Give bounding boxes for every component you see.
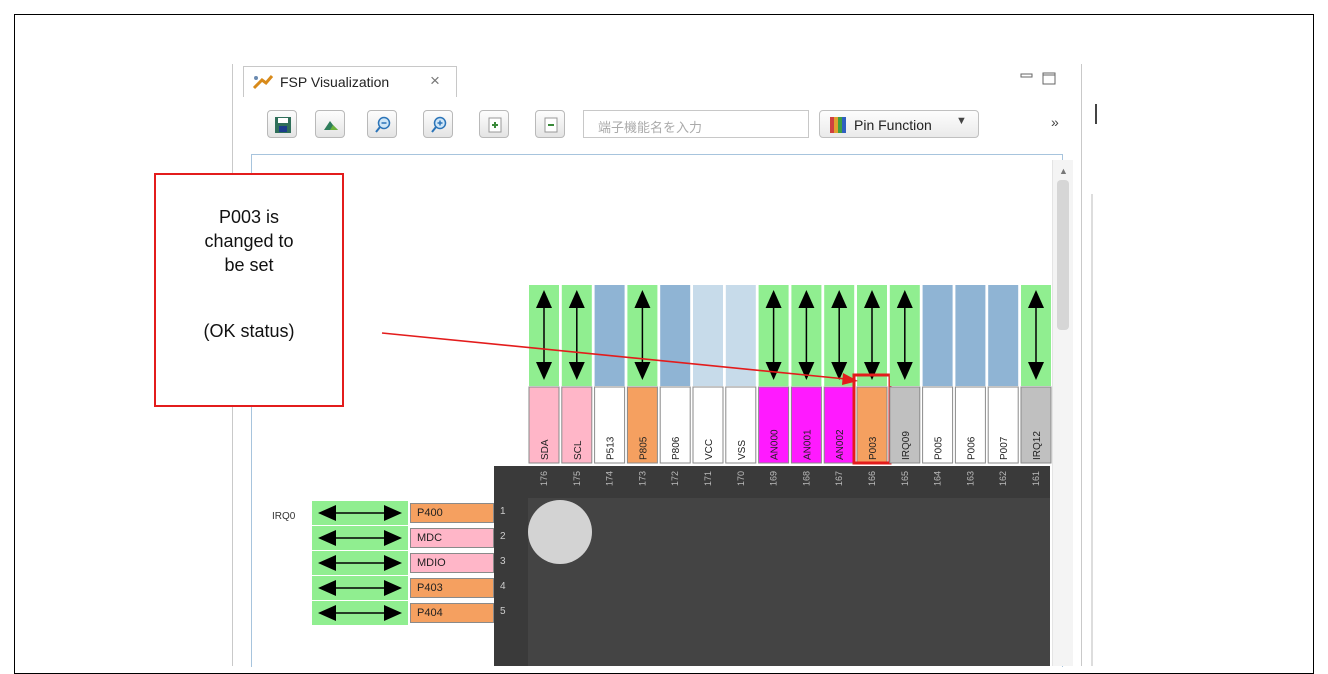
left-pin-number: 3 [500,556,506,567]
pin-direction-cell [988,285,1019,386]
left-pin-4[interactable]: P403 [410,578,494,598]
top-pin-172[interactable]: P806 172 [659,285,691,486]
top-pin-162[interactable]: P007 162 [987,285,1019,486]
left-pin-number: 4 [500,581,506,592]
left-pin-2[interactable]: MDC [410,528,494,548]
pin-number: 167 [834,471,844,486]
top-pin-169[interactable]: AN000 169 [758,285,790,486]
top-pin-174[interactable]: P513 174 [594,285,626,486]
top-pin-168[interactable]: AN001 168 [790,285,822,486]
pin-number: 175 [572,471,582,486]
left-pin-direction-3 [312,551,408,575]
pin-label: AN001 [802,429,813,460]
pin-number: 176 [539,471,549,486]
left-pin-3[interactable]: MDIO [410,553,494,573]
pin-label: P805 [638,436,649,460]
pin-number: 169 [769,471,779,486]
top-pin-167[interactable]: AN002 167 [823,285,855,486]
top-pin-171[interactable]: VCC 171 [692,285,724,486]
pin-label: P007 [999,436,1010,460]
pin-number: 165 [900,471,910,486]
callout-line-3: be set [224,255,274,275]
pin-number: 170 [736,471,746,486]
top-pin-175[interactable]: SCL 175 [561,285,593,486]
top-pin-164[interactable]: P005 164 [922,285,954,486]
top-pin-161[interactable]: IRQ12 161 [1020,285,1052,486]
top-pin-170[interactable]: VSS 170 [725,285,757,486]
pin-direction-cell [725,285,756,386]
left-pin-direction-2 [312,526,408,550]
pin-label: P513 [606,436,617,460]
left-pin-direction-4 [312,576,408,600]
pin-label: VSS [737,440,748,460]
pin-number: 168 [801,471,811,486]
top-pin-176[interactable]: SDA 176 [528,285,560,486]
pin-number: 161 [1031,471,1041,486]
left-pin-signal-irq0: IRQ0 [272,511,296,522]
callout-line-2: changed to [204,231,294,251]
bidirectional-arrow-icon [318,605,402,621]
pin-label: SCL [573,440,584,460]
callout-line-4: (OK status) [203,321,295,341]
pin-number: 171 [703,471,713,486]
pin-label: AN002 [835,429,846,460]
pin-direction-cell [693,285,723,386]
pin-number: 173 [637,471,647,486]
left-pin-5[interactable]: P404 [410,603,494,623]
pin-direction-cell [922,285,953,386]
pin-label: VCC [704,439,715,460]
pin-label: SDA [540,439,551,460]
pin-number: 166 [867,471,877,486]
pin-number: 174 [605,471,615,486]
bidirectional-arrow-icon [318,505,402,521]
pin-number: 164 [933,471,943,486]
pin-number: 162 [998,471,1008,486]
pin-label: P006 [966,436,977,460]
annotation-callout: P003 is changed to be set (OK status) [154,173,344,407]
left-pin-number: 5 [500,606,506,617]
pin-label: IRQ09 [901,431,912,460]
bidirectional-arrow-icon [318,530,402,546]
pin-direction-cell [594,285,625,386]
pin-label: AN000 [770,429,781,460]
pin-label: P806 [671,436,682,460]
top-pin-166[interactable]: P003 166 [852,285,892,486]
pin-label: IRQ12 [1032,431,1043,460]
left-pin-1[interactable]: P400 [410,503,494,523]
top-pin-165[interactable]: IRQ09 165 [889,285,921,486]
left-pin-number: 2 [500,531,506,542]
pin-number: 172 [670,471,680,486]
callout-line-1: P003 is [218,207,280,227]
pin-label: P003 [868,436,879,460]
pin-direction-cell [955,285,986,386]
bidirectional-arrow-icon [318,555,402,571]
pin-label: P005 [934,436,945,460]
left-pin-direction-5 [312,601,408,625]
top-pin-173[interactable]: P805 173 [626,285,658,486]
left-pin-direction-1 [312,501,408,525]
top-pin-163[interactable]: P006 163 [954,285,986,486]
pin-direction-cell [660,285,691,386]
left-pin-number: 1 [500,506,506,517]
pin-number: 163 [965,471,975,486]
bidirectional-arrow-icon [318,580,402,596]
